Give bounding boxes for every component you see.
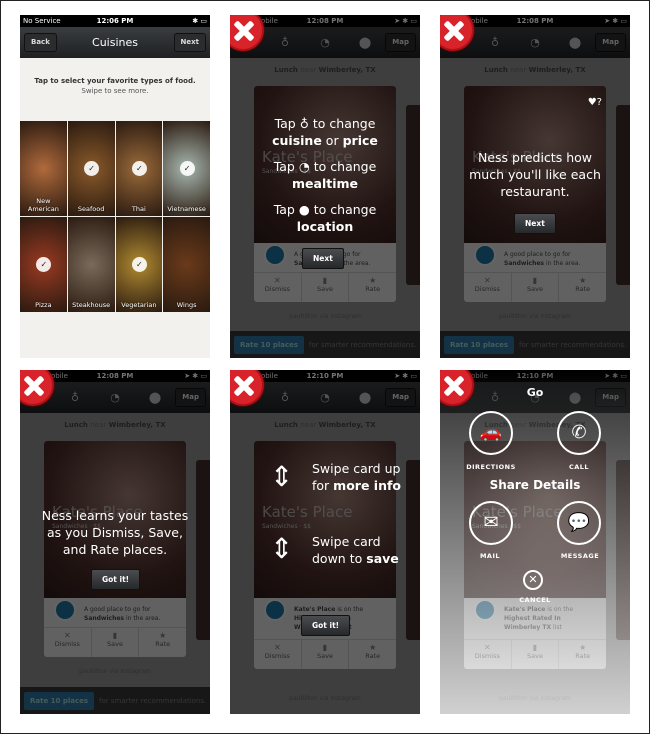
status-bar: No Service 12:06 PM ✱ ▭ [20,15,210,27]
clock-icon: ◔ [298,159,310,174]
cuisine-label: Wings [176,301,197,309]
instruction: Tap to select your favorite types of foo… [34,77,196,85]
check-icon: ✓ [179,160,195,176]
cuisine-tile[interactable]: New American [20,121,67,216]
cuisine-label: Thai [131,205,146,213]
cuisine-label: Vegetarian [121,301,157,309]
next-button[interactable]: Next [514,213,556,234]
cuisine-label: Seafood [77,205,105,213]
coach-text: Ness learns your tastes as you Dismiss, … [41,508,189,557]
directions-label: DIRECTIONS [466,463,516,471]
cuisine-label: Vietnamese [167,205,206,213]
mail-icon[interactable]: ✉ [469,501,513,545]
mail-label: MAIL [479,552,501,560]
heart-question-icon: ♥? [587,97,602,108]
coach-text: Ness predicts how much you'll like each … [469,150,601,199]
cuisine-grid: New American ✓ Seafood ✓ Thai ✓ Vietnamese ✓ Piz… [20,121,210,312]
cuisine-tile[interactable]: Steakhouse [67,217,115,312]
got-it-button[interactable]: Got it! [91,569,141,590]
overlay [440,370,630,714]
phone-icon[interactable]: ✆ [557,411,601,455]
swipe-up-hand-icon: ⇕ [270,460,294,493]
got-it-button[interactable]: Got it! [301,615,351,636]
coach-down-text: Swipe card down to save [312,534,399,566]
swipe-down-hand-icon: ⇕ [270,532,294,565]
cuisine-tile[interactable]: ✓ Thai [115,121,163,216]
cancel-icon[interactable]: ✕ [523,570,543,590]
cuisine-label: New American [27,197,59,213]
cancel-label[interactable]: CANCEL [510,596,560,604]
nav-bar: Back Cuisines Next [20,27,210,58]
back-button[interactable]: Back [24,33,57,52]
cuisine-label: Steakhouse [72,301,111,309]
message-label: MESSAGE [560,552,600,560]
screen-screen4: obile 12:08 PM ➤ ✱ ▭ ♁ ◔ ⬤ Map Lunch nea… [20,370,210,714]
cuisine-tile[interactable]: ✓ Pizza [20,217,67,312]
coach-up-text: Swipe card up for more info [312,461,401,493]
cuisine-tile[interactable]: Wings [163,217,210,312]
hint: Swipe to see more. [81,87,149,95]
next-button[interactable]: Next [173,33,206,52]
message-icon[interactable]: 💬 [557,501,601,545]
location-pin-icon: ● [298,202,310,217]
cuisine-tile[interactable]: ✓ Vietnamese [163,121,210,216]
screen-screen3: obile 12:08 PM ➤ ✱ ▭ ♁ ◔ ⬤ Map Lunch nea… [440,15,630,358]
screen-screen5: obile 12:10 PM ➤ ✱ ▭ ♁ ◔ ⬤ Map Lunch nea… [230,370,420,714]
page-title: Cuisines [92,36,138,49]
share-details-heading: Share Details [489,478,581,492]
clock: 12:06 PM [96,17,134,25]
cuisine-label: Pizza [35,301,52,309]
screen-cuisines: No Service 12:06 PM ✱ ▭ Back Cuisines Ne… [20,15,210,358]
lightbulb-icon: ♁ [299,116,309,131]
screen-screen6: obile 12:10 PM ➤ ✱ ▭ ♁ ◔ ⬤ Map Lunch nea… [440,370,630,714]
check-icon: ✓ [84,160,100,176]
check-icon: ✓ [131,160,147,176]
call-label: CALL [568,463,590,471]
coach-text: Tap ♁ to change cuisine or price Tap ◔ t… [272,116,378,234]
next-button[interactable]: Next [302,248,344,269]
cuisine-tile[interactable]: ✓ Vegetarian [115,217,163,312]
car-icon[interactable]: 🚗 [469,411,513,455]
check-icon: ✓ [36,256,52,272]
cuisine-tile[interactable]: ✓ Seafood [67,121,115,216]
screen-screen2: obile 12:08 PM ➤ ✱ ▭ ♁ ◔ ⬤ Map Lunch nea… [230,15,420,358]
check-icon: ✓ [131,256,147,272]
